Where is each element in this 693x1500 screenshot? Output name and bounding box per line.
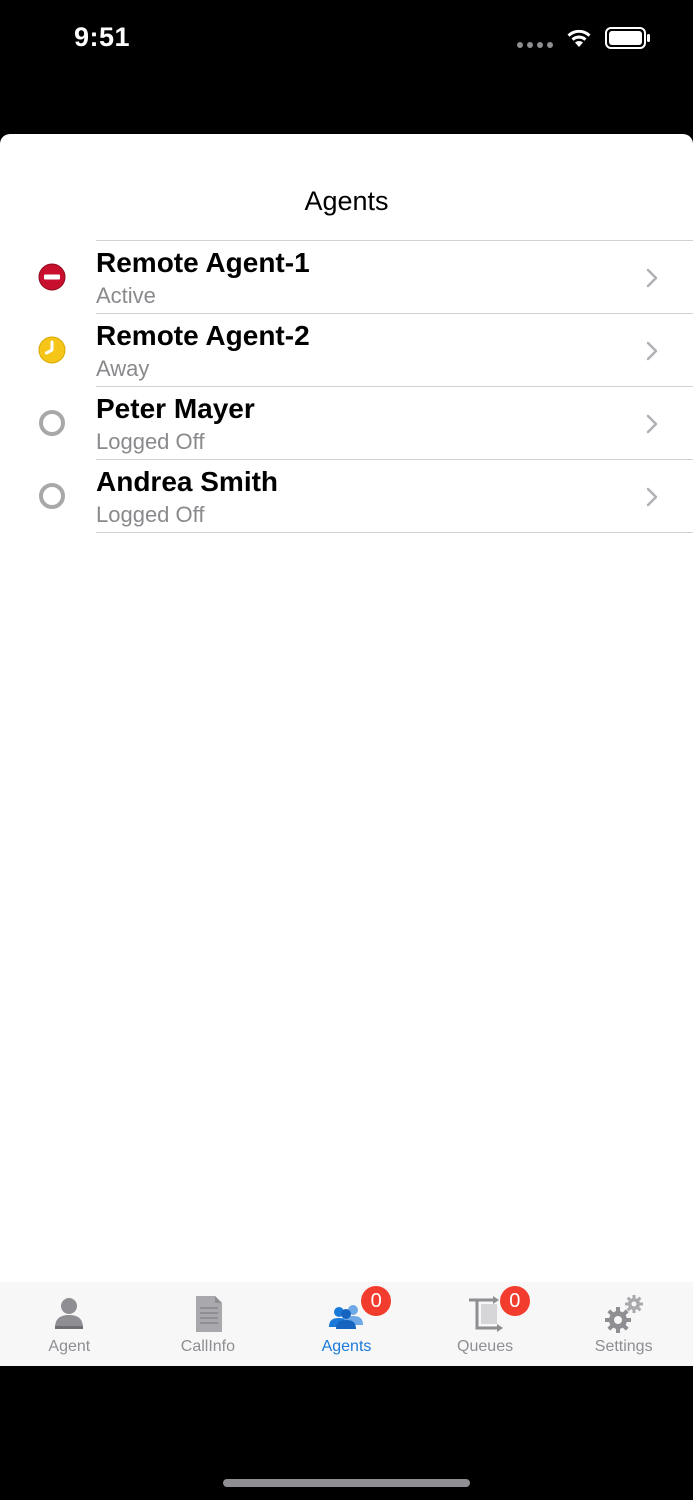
status-icons bbox=[517, 26, 651, 50]
offline-ring-icon bbox=[39, 410, 65, 436]
agent-status: Active bbox=[96, 283, 156, 308]
battery-icon bbox=[605, 27, 650, 49]
queues-badge: 0 bbox=[499, 1286, 530, 1316]
tab-label: Settings bbox=[594, 1338, 653, 1355]
status-time: 9:51 bbox=[74, 22, 131, 52]
tab-agent[interactable]: Agent bbox=[0, 1282, 139, 1366]
agent-name: Peter Mayer bbox=[96, 393, 255, 424]
wifi-icon bbox=[567, 29, 591, 47]
page-title: Agents bbox=[304, 186, 389, 216]
document-icon bbox=[195, 1296, 222, 1332]
home-indicator[interactable] bbox=[223, 1479, 470, 1487]
chevron-right-icon bbox=[646, 268, 658, 288]
clock-icon bbox=[38, 336, 66, 364]
tab-label: Queues bbox=[457, 1338, 514, 1355]
tab-label: Agents bbox=[321, 1338, 372, 1355]
chevron-right-icon bbox=[646, 414, 658, 434]
do-not-disturb-icon bbox=[38, 263, 66, 291]
agent-status: Logged Off bbox=[96, 429, 205, 454]
tab-agents[interactable]: 0 Agents bbox=[277, 1282, 416, 1366]
tab-label: CallInfo bbox=[180, 1338, 236, 1355]
chevron-right-icon bbox=[646, 341, 658, 361]
agent-row-remote-agent-2[interactable]: Remote Agent-2 Away bbox=[0, 314, 693, 387]
agent-status: Away bbox=[96, 356, 150, 381]
person-icon bbox=[55, 1298, 84, 1329]
status-bar: 9:51 bbox=[0, 0, 693, 80]
agent-row-remote-agent-1[interactable]: Remote Agent-1 Active bbox=[0, 240, 693, 314]
agent-list: Remote Agent-1 Active Remote Agent-2 Awa… bbox=[0, 240, 693, 533]
agent-name: Remote Agent-1 bbox=[96, 247, 310, 278]
tab-settings[interactable]: Settings bbox=[554, 1282, 693, 1366]
tab-label: Agent bbox=[48, 1338, 91, 1355]
agent-row-andrea-smith[interactable]: Andrea Smith Logged Off bbox=[0, 460, 693, 533]
offline-ring-icon bbox=[39, 483, 65, 509]
agents-screen: Agents Remote Agent-1 Active Remote Agen… bbox=[0, 134, 693, 1366]
agents-badge: 0 bbox=[361, 1286, 392, 1316]
agent-status: Logged Off bbox=[96, 502, 205, 527]
tab-bar: Agent CallInfo 0 Agents 0 Queues Setting… bbox=[0, 1282, 693, 1366]
tab-queues[interactable]: 0 Queues bbox=[416, 1282, 555, 1366]
chevron-right-icon bbox=[646, 487, 658, 507]
agent-name: Andrea Smith bbox=[96, 466, 279, 497]
agent-row-peter-mayer[interactable]: Peter Mayer Logged Off bbox=[0, 387, 693, 460]
signal-icon bbox=[517, 28, 553, 48]
agent-name: Remote Agent-2 bbox=[96, 320, 310, 351]
gears-icon bbox=[604, 1295, 643, 1333]
tab-callinfo[interactable]: CallInfo bbox=[139, 1282, 278, 1366]
